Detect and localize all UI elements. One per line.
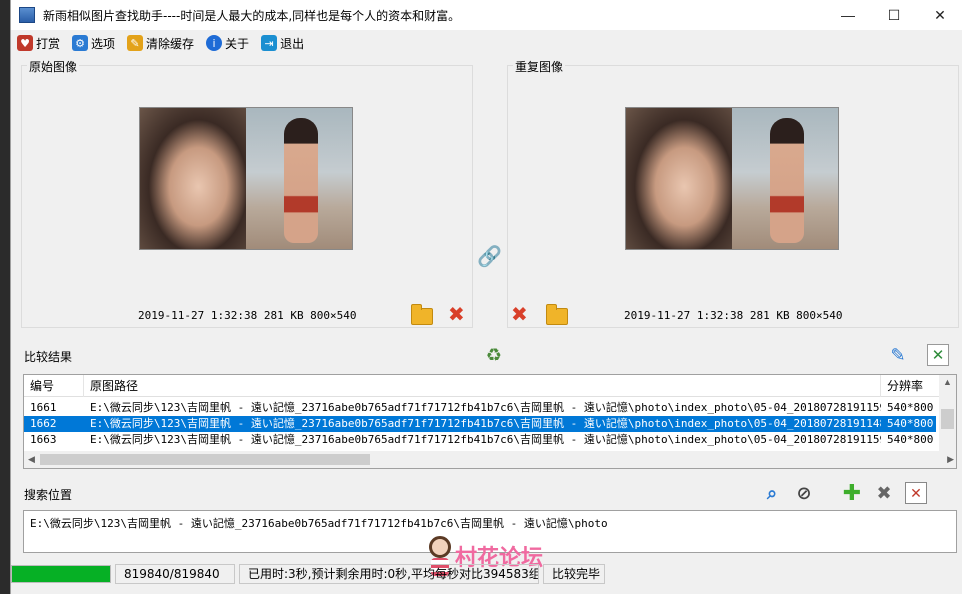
original-image-preview[interactable] [139,107,353,250]
duplicate-photo-right [732,108,838,249]
clear-cache-button[interactable]: ✎ 清除缓存 [127,35,194,52]
status-state: 比较完毕 [543,564,605,584]
info-icon: i [206,35,223,51]
scroll-right-arrow-icon[interactable]: ▶ [947,454,954,465]
link-compare-icon: 🔗 [477,246,502,268]
row-path: E:\微云同步\123\吉岡里帆 - 遠い記憶_23716abe0b765adf… [90,433,881,446]
duplicate-image-label: 重复图像 [513,58,566,75]
duplicate-photo-left [626,108,732,249]
row-id: 1661 [30,401,57,414]
title-bar: 新雨相似图片查找助手----时间是人最大的成本,同样也是每个人的资本和财富。 —… [11,0,963,30]
status-timing: 已用时:3秒,预计剩余用时:0秒,平均每秒对比394583组 [239,564,539,584]
row-resolution: 540*800 [887,417,934,430]
row-id: 1662 [30,417,57,430]
original-photo-right [246,108,352,249]
reward-icon: ♥ [17,35,33,51]
scroll-up-arrow-icon[interactable]: ▲ [943,377,952,387]
app-icon [19,7,35,23]
status-count: 819840/819840 [115,564,235,584]
duplicate-open-folder-icon[interactable] [546,304,568,325]
maximize-button[interactable]: ☐ [871,0,917,30]
row-resolution: 540*800 [887,433,934,446]
column-header-path[interactable]: 原图路径 [84,375,881,397]
status-bar: 819840/819840 已用时:3秒,预计剩余用时:0秒,平均每秒对比394… [11,563,963,585]
original-image-label: 原始图像 [27,58,80,75]
export-excel-icon[interactable]: ✕ [927,344,949,366]
results-label: 比较结果 [24,350,73,364]
original-photo-left [140,108,246,249]
original-image-info: 2019-11-27 1:32:38 281 KB 800×540 [138,309,357,322]
window-title: 新雨相似图片查找助手----时间是人最大的成本,同样也是每个人的资本和财富。 [43,8,461,23]
original-open-folder-icon[interactable] [411,304,433,325]
clear-list-broom-icon[interactable]: ✎ [887,344,909,366]
stop-icon[interactable]: ⊘ [793,482,815,504]
reward-button[interactable]: ♥ 打赏 [17,35,60,52]
exit-label: 退出 [280,36,305,51]
table-row[interactable]: 1661 E:\微云同步\123\吉岡里帆 - 遠い記憶_23716abe0b7… [24,400,936,416]
options-label: 选项 [91,36,116,51]
remove-folder-icon[interactable]: ✖ [873,482,895,504]
options-button[interactable]: ⚙ 选项 [72,35,115,52]
desktop-right-strip [962,0,976,594]
duplicate-image-preview[interactable] [625,107,839,250]
clear-cache-broom-icon: ✎ [127,35,144,51]
duplicate-image-info: 2019-11-27 1:32:38 281 KB 800×540 [624,309,843,322]
toolbar: ♥ 打赏 ⚙ 选项 ✎ 清除缓存 i 关于 ⇥ 退出 [11,30,963,56]
options-gear-icon: ⚙ [72,35,89,51]
add-folder-icon[interactable]: ✚ [841,480,863,505]
results-vertical-scrollbar[interactable]: ▲ [939,375,956,451]
close-button[interactable]: ✕ [917,0,963,30]
results-header: 编号 原图路径 分辨率 [24,375,956,397]
row-resolution: 540*800 [887,401,934,414]
vertical-scroll-thumb[interactable] [941,409,954,429]
scroll-left-arrow-icon[interactable]: ◀ [28,454,35,465]
reward-label: 打赏 [36,36,61,51]
minimize-button[interactable]: — [825,0,871,30]
duplicate-delete-icon[interactable]: ✖ [511,305,528,325]
table-row[interactable]: 1663 E:\微云同步\123\吉岡里帆 - 遠い記憶_23716abe0b7… [24,432,936,448]
progress-fill [12,566,110,582]
search-location-label: 搜索位置 [24,488,73,502]
clear-all-icon[interactable]: ✕ [905,482,927,504]
progress-bar [11,565,111,583]
exit-button[interactable]: ⇥ 退出 [261,35,304,52]
table-row-selected[interactable]: 1662 E:\微云同步\123\吉岡里帆 - 遠い記憶_23716abe0b7… [24,416,936,432]
horizontal-scroll-thumb[interactable] [40,454,370,465]
search-magnifier-icon[interactable]: ⌕ [761,482,783,504]
row-path: E:\微云同步\123\吉岡里帆 - 遠い記憶_23716abe0b765adf… [90,417,881,430]
exit-door-icon: ⇥ [261,35,278,51]
clear-cache-label: 清除缓存 [146,36,195,51]
row-path: E:\微云同步\123\吉岡里帆 - 遠い記憶_23716abe0b765adf… [90,401,881,414]
column-header-id[interactable]: 编号 [24,375,84,397]
results-horizontal-scrollbar[interactable]: ◀ ▶ [24,451,956,468]
about-label: 关于 [225,36,250,51]
about-button[interactable]: i 关于 [206,35,249,52]
row-id: 1663 [30,433,57,446]
app-window: 新雨相似图片查找助手----时间是人最大的成本,同样也是每个人的资本和财富。 —… [10,0,963,594]
search-path-item[interactable]: E:\微云同步\123\吉岡里帆 - 遠い記憶_23716abe0b765adf… [30,517,608,530]
original-delete-icon[interactable]: ✖ [448,305,465,325]
desktop-left-strip [0,0,10,594]
recycle-bin-icon[interactable]: ♻ [483,344,505,366]
results-table: 编号 原图路径 分辨率 1661 E:\微云同步\123\吉岡里帆 - 遠い記憶… [23,374,957,469]
